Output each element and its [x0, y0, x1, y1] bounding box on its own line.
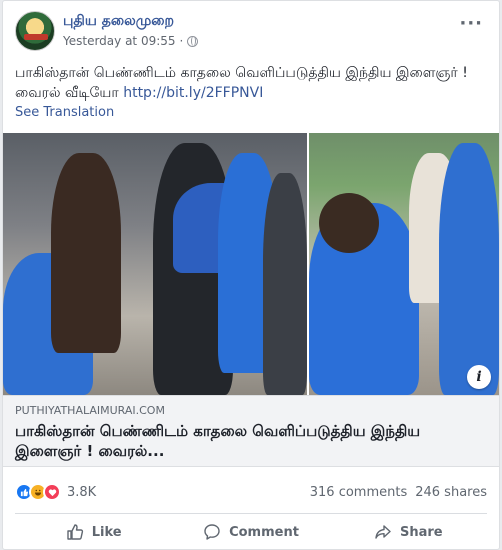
- figure-woman-right: [439, 143, 499, 395]
- figure-right-edge: [263, 173, 307, 395]
- link-domain: PUTHIYATHALAIMURAI.COM: [15, 404, 165, 417]
- figure-woman-left: [51, 153, 121, 353]
- post-card: புதிய தலைமுறை Yesterday at 09:55 · ··· ப…: [2, 0, 500, 550]
- like-button-label: Like: [91, 524, 122, 540]
- link-title[interactable]: பாகிஸ்தான் பெண்ணிடம் காதலை வெளிப்படுத்தி…: [15, 421, 487, 461]
- comment-icon: [204, 524, 220, 540]
- share-icon: [375, 525, 391, 539]
- link-preview[interactable]: PUTHIYATHALAIMURAI.COM பாகிஸ்தான் பெண்ணி…: [3, 395, 499, 467]
- more-options-button[interactable]: ···: [459, 13, 483, 34]
- post-header: புதிய தலைமுறை Yesterday at 09:55 · ···: [15, 11, 487, 55]
- reactions-summary[interactable]: 3.8K: [15, 483, 96, 501]
- post-timestamp[interactable]: Yesterday at 09:55: [63, 34, 176, 48]
- actions-divider: [15, 513, 487, 514]
- like-button[interactable]: Like: [15, 515, 172, 549]
- post-actions: Like Comment Share: [15, 515, 487, 549]
- page-avatar[interactable]: [15, 11, 55, 51]
- post-image[interactable]: i: [3, 133, 499, 395]
- image-left-panel: [3, 133, 307, 395]
- share-button-label: Share: [400, 524, 443, 540]
- post-link[interactable]: http://bit.ly/2FFPNVI: [123, 85, 263, 101]
- share-button[interactable]: Share: [330, 515, 487, 549]
- see-translation-link[interactable]: See Translation: [15, 105, 114, 120]
- meta-separator: ·: [179, 34, 184, 48]
- comment-button-label: Comment: [229, 524, 299, 540]
- shares-count[interactable]: 246 shares: [415, 485, 487, 500]
- love-icon: [43, 483, 61, 501]
- post-meta: Yesterday at 09:55 ·: [63, 34, 199, 48]
- comment-button[interactable]: Comment: [172, 515, 329, 549]
- comments-count[interactable]: 316 comments: [310, 485, 407, 500]
- post-stats: 3.8K 316 comments 246 shares: [15, 481, 487, 503]
- page-name-link[interactable]: புதிய தலைமுறை: [63, 13, 174, 31]
- info-icon[interactable]: i: [467, 365, 491, 389]
- image-right-panel: [309, 133, 499, 395]
- post-message: பாகிஸ்தான் பெண்ணிடம் காதலை வெளிப்படுத்தி…: [15, 63, 487, 103]
- reaction-count[interactable]: 3.8K: [67, 485, 96, 500]
- engagement-counts: 316 comments 246 shares: [310, 485, 487, 500]
- thumbs-up-icon: [67, 524, 83, 540]
- globe-icon: [187, 35, 199, 47]
- figure-man-head: [319, 193, 379, 253]
